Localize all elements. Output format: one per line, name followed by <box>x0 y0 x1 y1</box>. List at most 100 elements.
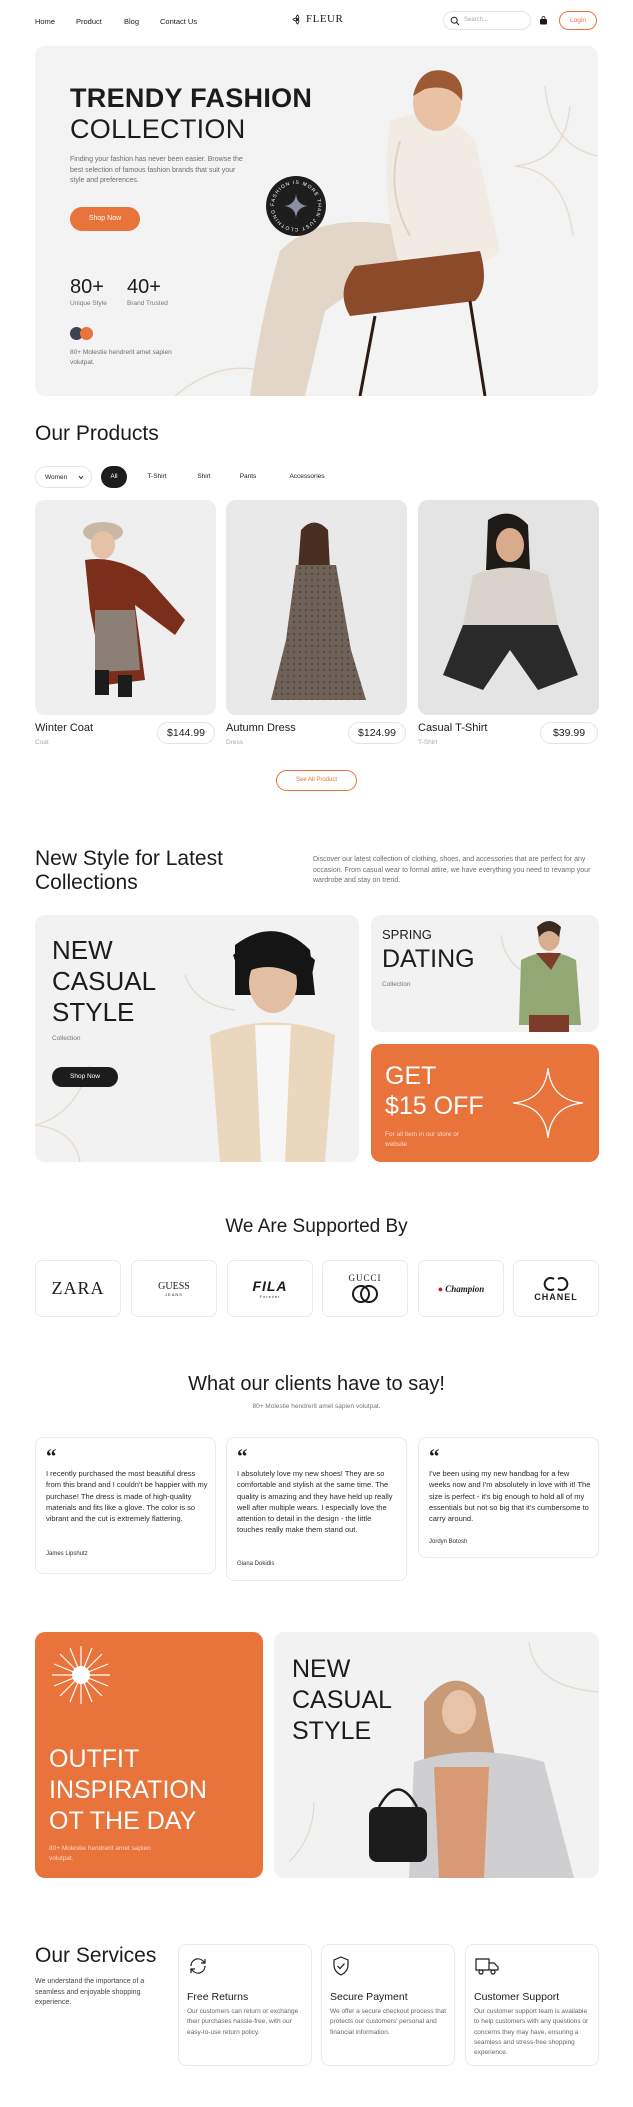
testimonial-card: “ I recently purchased the most beautifu… <box>35 1437 216 1574</box>
brand-logo-chanel[interactable]: CHANEL <box>513 1260 599 1317</box>
product-name[interactable]: Winter Coat <box>35 722 93 734</box>
products-title: Our Products <box>35 422 159 445</box>
spring-card-image <box>500 921 581 1032</box>
new-style-title: New Style for Latest Collections <box>35 847 223 894</box>
hero-swatch-note: 80+ Molestie hendrerit amet sapien volut… <box>70 349 172 366</box>
testimonial-text: I absolutely love my new shoes! They are… <box>237 1469 393 1535</box>
flower-logo-icon <box>292 13 300 25</box>
logo-text: FLEUR <box>306 13 344 25</box>
chevron-down-icon <box>78 475 84 480</box>
new-casual-style-card[interactable]: NEW CASUAL STYLE <box>274 1632 599 1878</box>
truck-icon <box>475 1958 499 1975</box>
sparkle-icon: FASHION IS MORE THAN JUST CLOTHING <box>270 180 321 232</box>
product-price: $144.99 <box>157 722 215 744</box>
brand-logo-zara[interactable]: ZARA <box>35 1260 121 1317</box>
search-icon <box>450 16 460 26</box>
hero-description: Finding your fashion has never been easi… <box>70 156 243 184</box>
quote-icon: “ <box>429 1444 440 1468</box>
gucci-gg-icon <box>352 1284 378 1303</box>
product-price: $124.99 <box>348 722 406 744</box>
stat-label-brands: Brand Trusted <box>127 300 168 307</box>
filter-accessories[interactable]: Accessories <box>277 466 337 488</box>
product-casual-tshirt-image <box>418 500 599 715</box>
spring-card-line2: DATING <box>382 945 475 973</box>
product-category: Dress <box>226 739 243 746</box>
testimonial-card: “ I absolutely love my new shoes! They a… <box>226 1437 407 1581</box>
stat-label-styles: Unique Style <box>70 300 107 307</box>
nav-link-product[interactable]: Product <box>76 17 102 26</box>
quote-icon: “ <box>46 1444 57 1468</box>
outfit-inspiration-card[interactable]: OUTFIT INSPIRATION OT THE DAY 80+ Molest… <box>35 1632 263 1878</box>
brand-logo-gucci[interactable]: GUCCI <box>322 1260 408 1317</box>
hero-circular-badge: FASHION IS MORE THAN JUST CLOTHING <box>266 176 326 236</box>
testimonial-author: Giana Dokidis <box>237 1561 275 1567</box>
nav-link-blog[interactable]: Blog <box>124 17 139 26</box>
quote-icon: “ <box>237 1444 248 1468</box>
product-name[interactable]: Autumn Dress <box>226 722 296 734</box>
see-all-products-button[interactable]: See All Product <box>276 770 357 791</box>
inspiration-note: 80+ Molestie hendrerit amet sapien volut… <box>49 1845 151 1862</box>
product-price: $39.99 <box>540 722 598 744</box>
nav-link-home[interactable]: Home <box>35 17 55 26</box>
spring-card-line1: SPRING <box>382 927 432 942</box>
service-title: Customer Support <box>474 1991 560 2003</box>
product-name[interactable]: Casual T-Shirt <box>418 722 488 734</box>
filter-all[interactable]: All <box>101 466 127 488</box>
spring-dating-card[interactable]: SPRING DATING Collection <box>371 915 599 1032</box>
category-dropdown[interactable]: Women <box>35 466 92 488</box>
filter-tshirt[interactable]: T-Shirt <box>137 466 177 488</box>
shield-check-icon <box>333 1956 349 1976</box>
brand-logo-champion[interactable]: ● Champion <box>418 1260 504 1317</box>
service-card-secure-payment: Secure Payment We offer a secure checkou… <box>321 1944 455 2066</box>
product-category: T-Shirt <box>418 739 438 746</box>
casual-shop-now-button[interactable]: Shop Now <box>52 1067 118 1087</box>
brand-logo-fila[interactable]: FILA Forever <box>227 1260 313 1317</box>
brand-logo[interactable]: FLEUR <box>292 13 343 25</box>
sparkle-icon <box>512 1067 584 1139</box>
service-card-free-returns: Free Returns Our customers can return or… <box>178 1944 312 2066</box>
service-title: Free Returns <box>187 1991 249 2003</box>
search-placeholder: Search... <box>464 17 489 23</box>
login-button[interactable]: Login <box>559 11 597 30</box>
hero-banner: TRENDY FASHION COLLECTION Finding your f… <box>35 46 598 396</box>
casual-style-card[interactable]: NEW CASUAL STYLE Collection Shop Now <box>35 915 359 1162</box>
top-navbar: Home Product Blog Contact Us FLEUR Searc… <box>0 0 633 44</box>
testimonial-author: Jordyn Botosh <box>429 1539 468 1545</box>
offer-card[interactable]: GET $15 OFF For all item in our store or… <box>371 1044 599 1162</box>
service-text: Our customer support team is available t… <box>474 2008 589 2057</box>
product-card-image[interactable] <box>226 500 407 715</box>
stat-value-styles: 80+ <box>70 276 104 298</box>
chanel-cc-icon <box>543 1276 569 1291</box>
filter-pants[interactable]: Pants <box>228 466 268 488</box>
filter-shirt[interactable]: Shirt <box>184 466 224 488</box>
search-input[interactable]: Search... <box>443 11 531 30</box>
spring-card-subtitle: Collection <box>382 981 411 988</box>
stat-value-brands: 40+ <box>127 276 161 298</box>
new-style-description: Discover our latest collection of clothi… <box>313 856 591 884</box>
testimonials-subtitle: 80+ Molestie hendrerit amet sapien volut… <box>252 1403 381 1410</box>
services-title: Our Services <box>35 1944 157 1967</box>
hero-shop-now-button[interactable]: Shop Now <box>70 207 140 231</box>
nav-link-contact[interactable]: Contact Us <box>160 17 197 26</box>
offer-card-note: For all item in our store or website <box>385 1131 460 1148</box>
supported-title: We Are Supported By <box>225 1216 408 1237</box>
testimonial-card: “ I've been using my new handbag for a f… <box>418 1437 599 1558</box>
product-autumn-dress-image <box>226 500 407 715</box>
brand-logo-guess[interactable]: GUESS JEANS <box>131 1260 217 1317</box>
testimonial-author: James Lipshutz <box>46 1551 88 1557</box>
product-card-image[interactable] <box>35 500 216 715</box>
testimonials-title: What our clients have to say! <box>188 1373 445 1395</box>
product-card-image[interactable] <box>418 500 599 715</box>
casual-card-title: NEW CASUAL STYLE <box>52 935 157 1027</box>
color-swatch-orange[interactable] <box>80 327 93 340</box>
services-description: We understand the importance of a seamle… <box>35 1978 145 2006</box>
casual-card-subtitle: Collection <box>52 1035 81 1042</box>
product-winter-coat-image <box>35 500 216 715</box>
testimonial-text: I recently purchased the most beautiful … <box>46 1469 208 1524</box>
service-title: Secure Payment <box>330 1991 408 2003</box>
shopping-bag-icon[interactable] <box>539 16 548 25</box>
starburst-icon <box>52 1646 110 1704</box>
service-text: Our customers can return or exchange the… <box>187 2008 299 2036</box>
testimonial-text: I've been using my new handbag for a few… <box>429 1469 591 1524</box>
dropdown-value: Women <box>45 474 68 481</box>
